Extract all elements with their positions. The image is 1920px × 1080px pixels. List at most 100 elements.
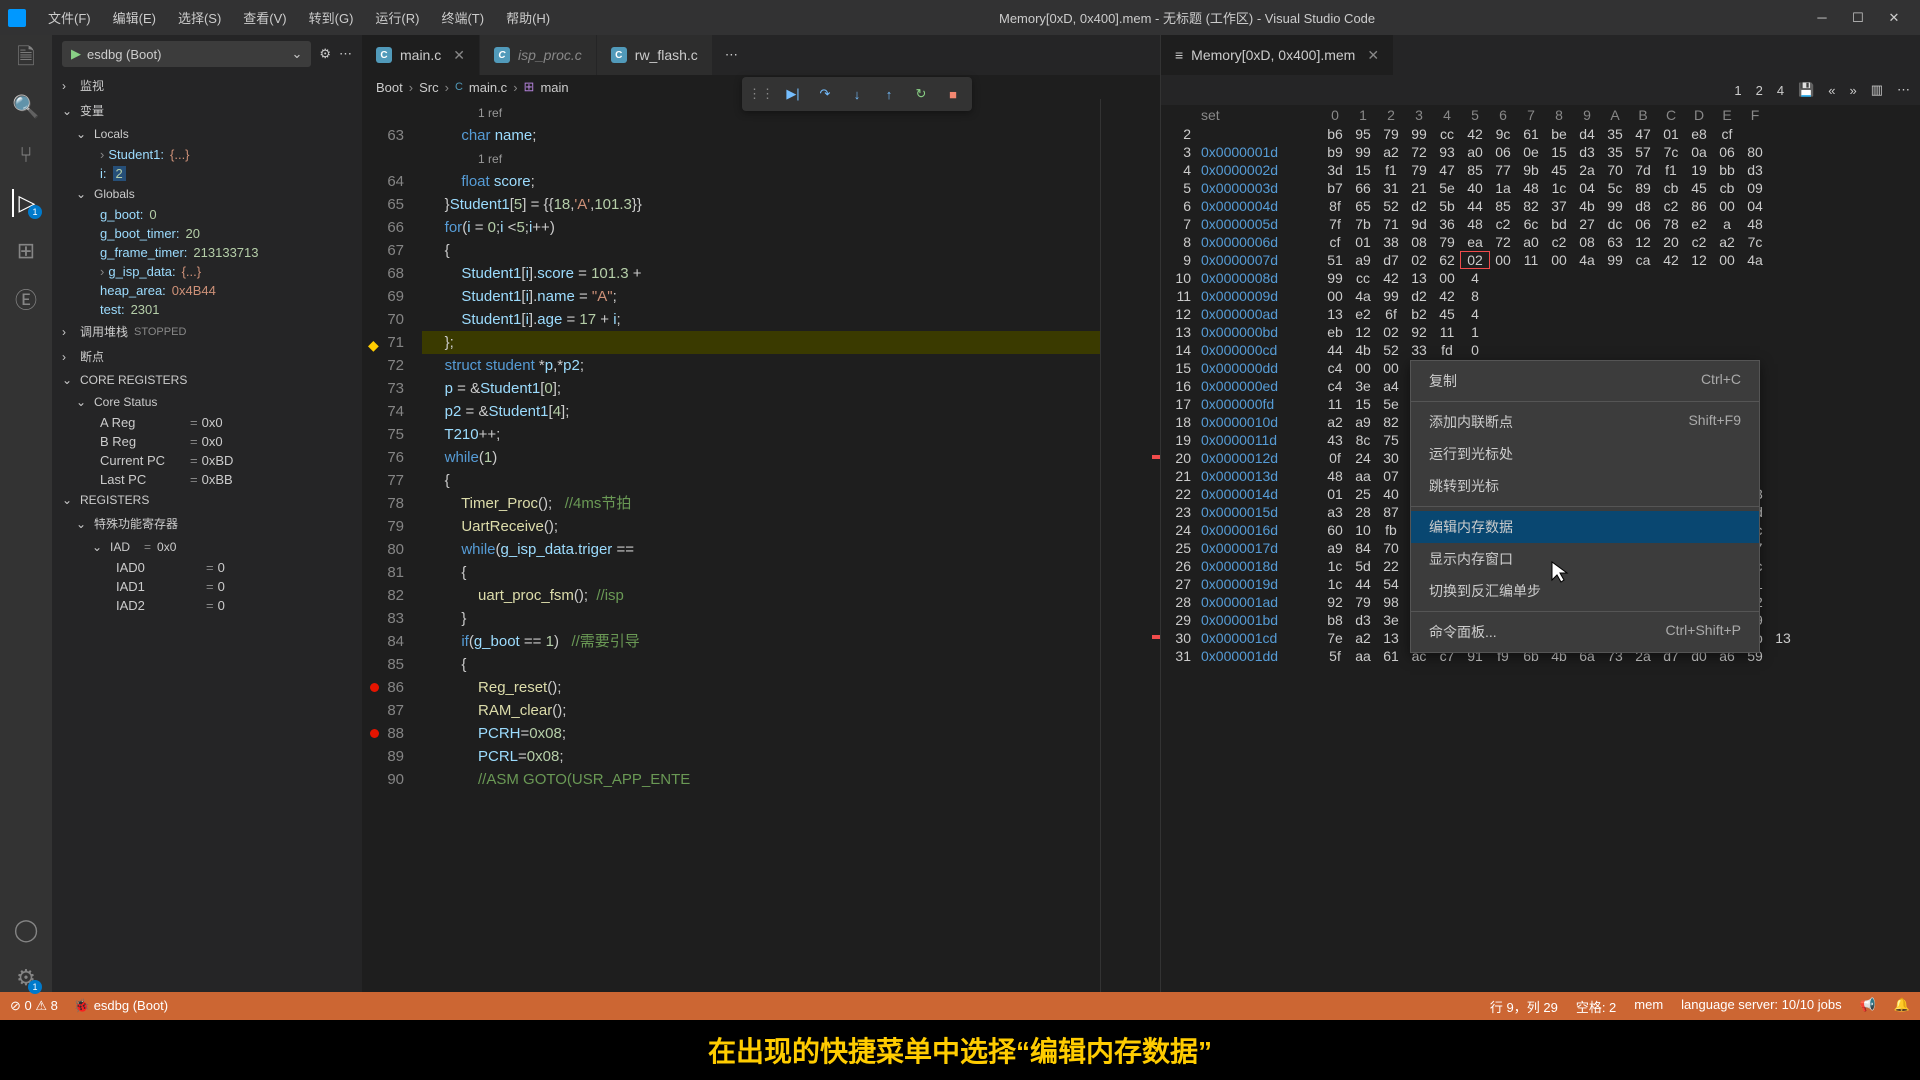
- menu-selection[interactable]: 选择(S): [168, 4, 231, 31]
- bell-icon[interactable]: 🔔: [1894, 997, 1910, 1016]
- indentation-button[interactable]: 空格: 2: [1576, 997, 1616, 1016]
- mem-width-2[interactable]: 2: [1756, 83, 1763, 98]
- language-mode[interactable]: mem: [1634, 997, 1663, 1016]
- reg-item[interactable]: Current PC= 0xBD: [52, 451, 362, 470]
- code-editor[interactable]: 1 ref char name; 1 ref float score; }Stu…: [422, 99, 1100, 992]
- locals-section[interactable]: ⌄Locals: [52, 123, 362, 145]
- context-menu-item[interactable]: 编辑内存数据: [1411, 511, 1759, 543]
- function-icon: ⊞: [524, 79, 535, 95]
- reg-item[interactable]: IAD0= 0: [52, 558, 362, 577]
- context-menu-item[interactable]: 切换到反汇编单步: [1411, 575, 1759, 607]
- gear-icon[interactable]: ⚙: [319, 46, 331, 62]
- restart-button[interactable]: ↻: [906, 81, 936, 107]
- step-over-button[interactable]: ↷: [810, 81, 840, 107]
- feedback-icon[interactable]: 📢: [1860, 997, 1876, 1016]
- var-item[interactable]: g_frame_timer:213133713: [52, 243, 362, 262]
- var-item[interactable]: test:2301: [52, 300, 362, 319]
- var-item[interactable]: ›g_isp_data:{...}: [52, 262, 362, 281]
- mem-width-4[interactable]: 4: [1777, 83, 1784, 98]
- reg-item[interactable]: IAD2= 0: [52, 596, 362, 615]
- launch-config-select[interactable]: ▶ esdbg (Boot) ⌄: [62, 41, 311, 67]
- continue-button[interactable]: ▶|: [778, 81, 808, 107]
- maximize-button[interactable]: ☐: [1850, 10, 1866, 26]
- close-icon[interactable]: ✕: [453, 47, 465, 64]
- remote-icon[interactable]: Ⓔ: [12, 285, 40, 313]
- context-menu: 复制Ctrl+C 添加内联断点Shift+F9运行到光标处跳转到光标编辑内存数据显…: [1410, 360, 1760, 653]
- reg-item[interactable]: Last PC= 0xBB: [52, 470, 362, 489]
- var-item[interactable]: g_boot:0: [52, 205, 362, 224]
- window-controls: ─ ☐ ✕: [1814, 10, 1912, 26]
- search-icon[interactable]: 🔍: [12, 93, 40, 121]
- step-out-button[interactable]: ↑: [874, 81, 904, 107]
- menu-edit[interactable]: 编辑(E): [103, 4, 166, 31]
- line-gutter[interactable]: 636465666768697071◆727374757677787980818…: [362, 99, 422, 992]
- debug-icon[interactable]: ▷1: [12, 189, 40, 217]
- close-icon[interactable]: ✕: [1367, 47, 1379, 64]
- next-icon[interactable]: »: [1849, 83, 1856, 98]
- tab-memory[interactable]: ≡Memory[0xD, 0x400].mem✕: [1161, 35, 1394, 75]
- breakpoints-section[interactable]: ›断点: [52, 344, 362, 369]
- context-menu-item[interactable]: 添加内联断点Shift+F9: [1411, 406, 1759, 438]
- account-icon[interactable]: ◯: [12, 916, 40, 944]
- var-item[interactable]: heap_area:0x4B44: [52, 281, 362, 300]
- extensions-icon[interactable]: ⊞: [12, 237, 40, 265]
- activity-bar: 🗎 🔍 ⑂ ▷1 ⊞ Ⓔ ◯ ⚙1: [0, 35, 52, 992]
- var-item[interactable]: ›Student1:{...}: [52, 145, 362, 164]
- tab-isp-proc[interactable]: Cisp_proc.c: [480, 35, 597, 75]
- save-icon[interactable]: 💾: [1798, 82, 1814, 98]
- minimap[interactable]: [1100, 99, 1160, 992]
- prev-icon[interactable]: «: [1828, 83, 1835, 98]
- grip-icon[interactable]: ⋮⋮: [746, 81, 776, 107]
- menu-help[interactable]: 帮助(H): [496, 4, 560, 31]
- var-item[interactable]: g_boot_timer:20: [52, 224, 362, 243]
- caption-text: 在出现的快捷菜单中选择“编辑内存数据”: [708, 1030, 1212, 1070]
- language-server-status[interactable]: language server: 10/10 jobs: [1681, 997, 1841, 1016]
- context-menu-item[interactable]: 复制Ctrl+C: [1411, 365, 1759, 397]
- step-into-button[interactable]: ↓: [842, 81, 872, 107]
- split-icon[interactable]: ▥: [1871, 82, 1883, 98]
- variables-section[interactable]: ⌄变量: [52, 98, 362, 123]
- debug-status[interactable]: 🐞 esdbg (Boot): [74, 998, 168, 1014]
- context-menu-item[interactable]: 跳转到光标: [1411, 470, 1759, 502]
- registers-section[interactable]: ⌄REGISTERS: [52, 489, 362, 511]
- tab-rw-flash[interactable]: Crw_flash.c: [597, 35, 713, 75]
- stop-button[interactable]: ■: [938, 81, 968, 107]
- vscode-logo-icon: [8, 9, 26, 27]
- explorer-icon[interactable]: 🗎: [12, 45, 40, 73]
- window-title: Memory[0xD, 0x400].mem - 无标题 (工作区) - Vis…: [560, 8, 1814, 27]
- context-menu-item[interactable]: 命令面板...Ctrl+Shift+P: [1411, 616, 1759, 648]
- more-icon[interactable]: ⋯: [339, 46, 352, 62]
- context-menu-item[interactable]: 运行到光标处: [1411, 438, 1759, 470]
- core-status-section[interactable]: ⌄Core Status: [52, 391, 362, 413]
- more-icon[interactable]: ⋯: [1897, 82, 1910, 98]
- var-item[interactable]: i:2: [52, 164, 362, 183]
- menu-bar: 文件(F) 编辑(E) 选择(S) 查看(V) 转到(G) 运行(R) 终端(T…: [38, 4, 560, 31]
- tab-main-c[interactable]: Cmain.c✕: [362, 35, 480, 75]
- close-button[interactable]: ✕: [1886, 10, 1902, 26]
- reg-item[interactable]: IAD1= 0: [52, 577, 362, 596]
- menu-view[interactable]: 查看(V): [233, 4, 296, 31]
- context-menu-item[interactable]: 显示内存窗口: [1411, 543, 1759, 575]
- cursor-position[interactable]: 行 9，列 29: [1490, 997, 1558, 1016]
- problems-button[interactable]: ⊘ 0 ⚠ 8: [10, 998, 58, 1014]
- globals-section[interactable]: ⌄Globals: [52, 183, 362, 205]
- menu-file[interactable]: 文件(F): [38, 4, 101, 31]
- reg-item[interactable]: A Reg= 0x0: [52, 413, 362, 432]
- source-control-icon[interactable]: ⑂: [12, 141, 40, 169]
- sfr-section[interactable]: ⌄特殊功能寄存器: [52, 511, 362, 536]
- titlebar: 文件(F) 编辑(E) 选择(S) 查看(V) 转到(G) 运行(R) 终端(T…: [0, 0, 1920, 35]
- minimize-button[interactable]: ─: [1814, 10, 1830, 26]
- menu-run[interactable]: 运行(R): [365, 4, 429, 31]
- settings-icon[interactable]: ⚙1: [12, 964, 40, 992]
- menu-terminal[interactable]: 终端(T): [431, 4, 494, 31]
- core-registers-section[interactable]: ⌄CORE REGISTERS: [52, 369, 362, 391]
- memory-tabs: ≡Memory[0xD, 0x400].mem✕: [1161, 35, 1920, 75]
- mem-width-1[interactable]: 1: [1734, 83, 1741, 98]
- callstack-section[interactable]: ›调用堆栈STOPPED: [52, 319, 362, 344]
- watch-section[interactable]: ›监视: [52, 73, 362, 98]
- iad-section[interactable]: ⌄IAD= 0x0: [52, 536, 362, 558]
- tab-overflow-button[interactable]: ⋯: [713, 35, 750, 75]
- reg-item[interactable]: B Reg= 0x0: [52, 432, 362, 451]
- caption: 在出现的快捷菜单中选择“编辑内存数据”: [0, 1020, 1920, 1080]
- menu-go[interactable]: 转到(G): [299, 4, 364, 31]
